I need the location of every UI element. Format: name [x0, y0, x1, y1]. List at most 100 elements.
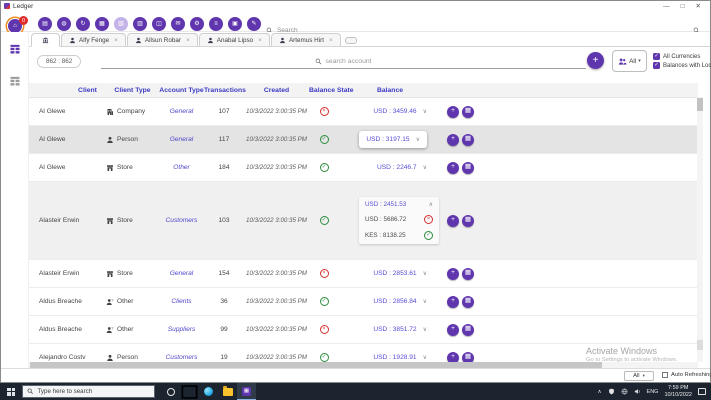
- tab-artemus-hirt[interactable]: Artemus Hirt ×: [270, 33, 341, 46]
- language-indicator[interactable]: ENG: [647, 389, 659, 395]
- toolbar-clients-button[interactable]: ◍: [57, 16, 71, 31]
- toolbar-rows-button[interactable]: ▥: [133, 16, 147, 31]
- scrollbar-arrow[interactable]: [697, 340, 703, 350]
- account-type-link[interactable]: General: [159, 270, 204, 277]
- add-transaction-button[interactable]: +: [447, 351, 459, 362]
- add-transaction-button[interactable]: +: [447, 133, 459, 146]
- details-button[interactable]: ▦: [462, 323, 474, 336]
- chevron-down-icon[interactable]: ∨: [416, 136, 420, 143]
- new-tab-button[interactable]: [344, 37, 357, 44]
- sidebar-item-secondary-table[interactable]: [9, 74, 21, 86]
- account-type-link[interactable]: Clients: [159, 298, 204, 305]
- details-button[interactable]: ▦: [462, 351, 474, 362]
- balance-cell[interactable]: USD : 2853.61 ∨: [339, 270, 441, 277]
- range-chip[interactable]: 862 : 862: [37, 55, 82, 68]
- balance-cell[interactable]: USD : 3197.15 ∨: [339, 131, 441, 148]
- add-account-button[interactable]: +: [587, 52, 604, 69]
- sidebar-item-accounts-table[interactable]: [9, 42, 21, 54]
- toolbar-chart-button[interactable]: ▧: [114, 16, 128, 31]
- account-type-link[interactable]: Customers: [159, 217, 204, 224]
- tab-allsun-robar[interactable]: Allsun Robar ×: [126, 33, 198, 46]
- toolbar-columns-button[interactable]: ◫: [152, 16, 166, 31]
- volume-icon[interactable]: [634, 388, 641, 395]
- toolbar-grid-button[interactable]: ▦: [95, 16, 109, 31]
- shield-icon[interactable]: [608, 388, 615, 395]
- toolbar-settings-button[interactable]: ⚙: [190, 16, 204, 31]
- add-transaction-button[interactable]: +: [447, 323, 459, 336]
- chevron-down-icon[interactable]: ∨: [423, 326, 427, 333]
- details-button[interactable]: ▦: [462, 267, 474, 280]
- tray-expand-icon[interactable]: ∧: [598, 389, 602, 395]
- balance-cell[interactable]: USD : 1928.91 ∨: [339, 354, 441, 361]
- taskbar-clock[interactable]: 7:59 PM 10/10/2022: [664, 385, 692, 398]
- client-filter-dropdown[interactable]: All ▾: [612, 50, 647, 72]
- start-button[interactable]: [0, 383, 22, 400]
- chevron-down-icon[interactable]: ∨: [423, 354, 427, 361]
- maximize-icon[interactable]: □: [681, 2, 685, 11]
- details-button[interactable]: ▦: [462, 214, 474, 227]
- toolbar-file-button[interactable]: ▤: [38, 16, 52, 31]
- account-type-link[interactable]: Other: [159, 164, 204, 171]
- tab-home[interactable]: [31, 33, 60, 47]
- toolbar-report-button[interactable]: ▣: [228, 16, 242, 31]
- close-tab-icon[interactable]: ×: [114, 37, 118, 44]
- auto-refresh-checkbox[interactable]: [662, 372, 668, 378]
- page-size-dropdown[interactable]: All ▾: [624, 371, 654, 381]
- details-button[interactable]: ▦: [462, 105, 474, 118]
- close-tab-icon[interactable]: ×: [329, 37, 333, 44]
- chevron-down-icon[interactable]: ∨: [423, 298, 427, 305]
- scrollbar-thumb[interactable]: [697, 98, 703, 111]
- add-transaction-button[interactable]: +: [447, 105, 459, 118]
- table-row[interactable]: Alejandro Costv Person Customers 19 10/3/202…: [29, 344, 698, 362]
- account-type-link[interactable]: General: [159, 108, 204, 115]
- ledger-app-button[interactable]: ▦: [237, 383, 256, 400]
- taskbar-search-input[interactable]: Type here to search: [22, 385, 155, 398]
- toolbar-refresh-button[interactable]: ↻: [76, 16, 90, 31]
- network-icon[interactable]: [621, 388, 628, 395]
- chevron-up-icon[interactable]: ∧: [429, 201, 433, 208]
- chevron-down-icon[interactable]: ∨: [423, 164, 427, 171]
- tab-anabal-lipso[interactable]: Anabal Lipso ×: [198, 33, 270, 46]
- details-button[interactable]: ▦: [462, 133, 474, 146]
- balance-cell[interactable]: USD : 2856.84 ∨: [339, 298, 441, 305]
- add-transaction-button[interactable]: +: [447, 295, 459, 308]
- option-balances-with-local[interactable]: ✓ Balances with Local: [653, 62, 711, 69]
- action-center-icon[interactable]: [698, 388, 706, 395]
- chevron-down-icon[interactable]: ∨: [423, 270, 427, 277]
- vertical-scrollbar[interactable]: [697, 97, 703, 362]
- balance-cell[interactable]: USD : 2246.7 ∨: [339, 164, 441, 171]
- account-type-link[interactable]: General: [159, 136, 204, 143]
- toolbar-mail-button[interactable]: ✉: [171, 16, 185, 31]
- add-transaction-button[interactable]: +: [447, 214, 459, 227]
- table-row[interactable]: Al Glewe Store Other 184 10/3/2022 3:00:35 P…: [29, 154, 698, 182]
- account-search-input[interactable]: search account: [101, 55, 586, 69]
- balance-cell[interactable]: USD : 3851.72 ∨: [339, 326, 441, 333]
- balance-card[interactable]: USD : 3197.15 ∨: [359, 131, 427, 148]
- add-transaction-button[interactable]: +: [447, 267, 459, 280]
- add-transaction-button[interactable]: +: [447, 161, 459, 174]
- minimize-icon[interactable]: —: [663, 2, 670, 11]
- close-tab-icon[interactable]: ×: [258, 37, 262, 44]
- cortana-button[interactable]: [161, 383, 180, 400]
- task-view-button[interactable]: [180, 383, 199, 400]
- table-row[interactable]: Aldus Breache Other Suppliers 99 10/3/2022 3…: [29, 316, 698, 344]
- table-row[interactable]: Alasteir Erwin Store General 154 10/3/2022 3…: [29, 260, 698, 288]
- details-button[interactable]: ▦: [462, 295, 474, 308]
- table-row[interactable]: Alasteir Erwin Store Customers 103 10/3/2022…: [29, 182, 698, 260]
- close-tab-icon[interactable]: ×: [186, 37, 190, 44]
- table-row[interactable]: Aldus Breache Other Clients 36 10/3/2022 3:0…: [29, 288, 698, 316]
- details-button[interactable]: ▦: [462, 161, 474, 174]
- toolbar-edit-button[interactable]: ✎: [247, 16, 261, 31]
- checkbox-checked-icon[interactable]: ✓: [653, 62, 660, 69]
- table-row[interactable]: Al Glewe Person General 117 10/3/2022 3:00:3…: [29, 126, 698, 154]
- table-row[interactable]: Al Glewe Company General 107 10/3/2022 3:00:…: [29, 98, 698, 126]
- close-icon[interactable]: ✕: [696, 2, 701, 11]
- option-all-currencies[interactable]: ✓ All Currencies: [653, 53, 711, 60]
- balance-cell[interactable]: USD : 3459.46 ∨: [339, 108, 441, 115]
- edge-button[interactable]: [199, 383, 218, 400]
- auto-refresh-option[interactable]: Auto Refreshing: [662, 372, 711, 378]
- balance-cell[interactable]: USD : 2451.53 ∧ USD : 5686.72 × KES : 8138.2…: [339, 197, 441, 244]
- toolbar-list-button[interactable]: ≡: [209, 16, 223, 31]
- balance-entry[interactable]: USD : 2451.53 ∧: [365, 201, 433, 208]
- chevron-down-icon[interactable]: ∨: [423, 108, 427, 115]
